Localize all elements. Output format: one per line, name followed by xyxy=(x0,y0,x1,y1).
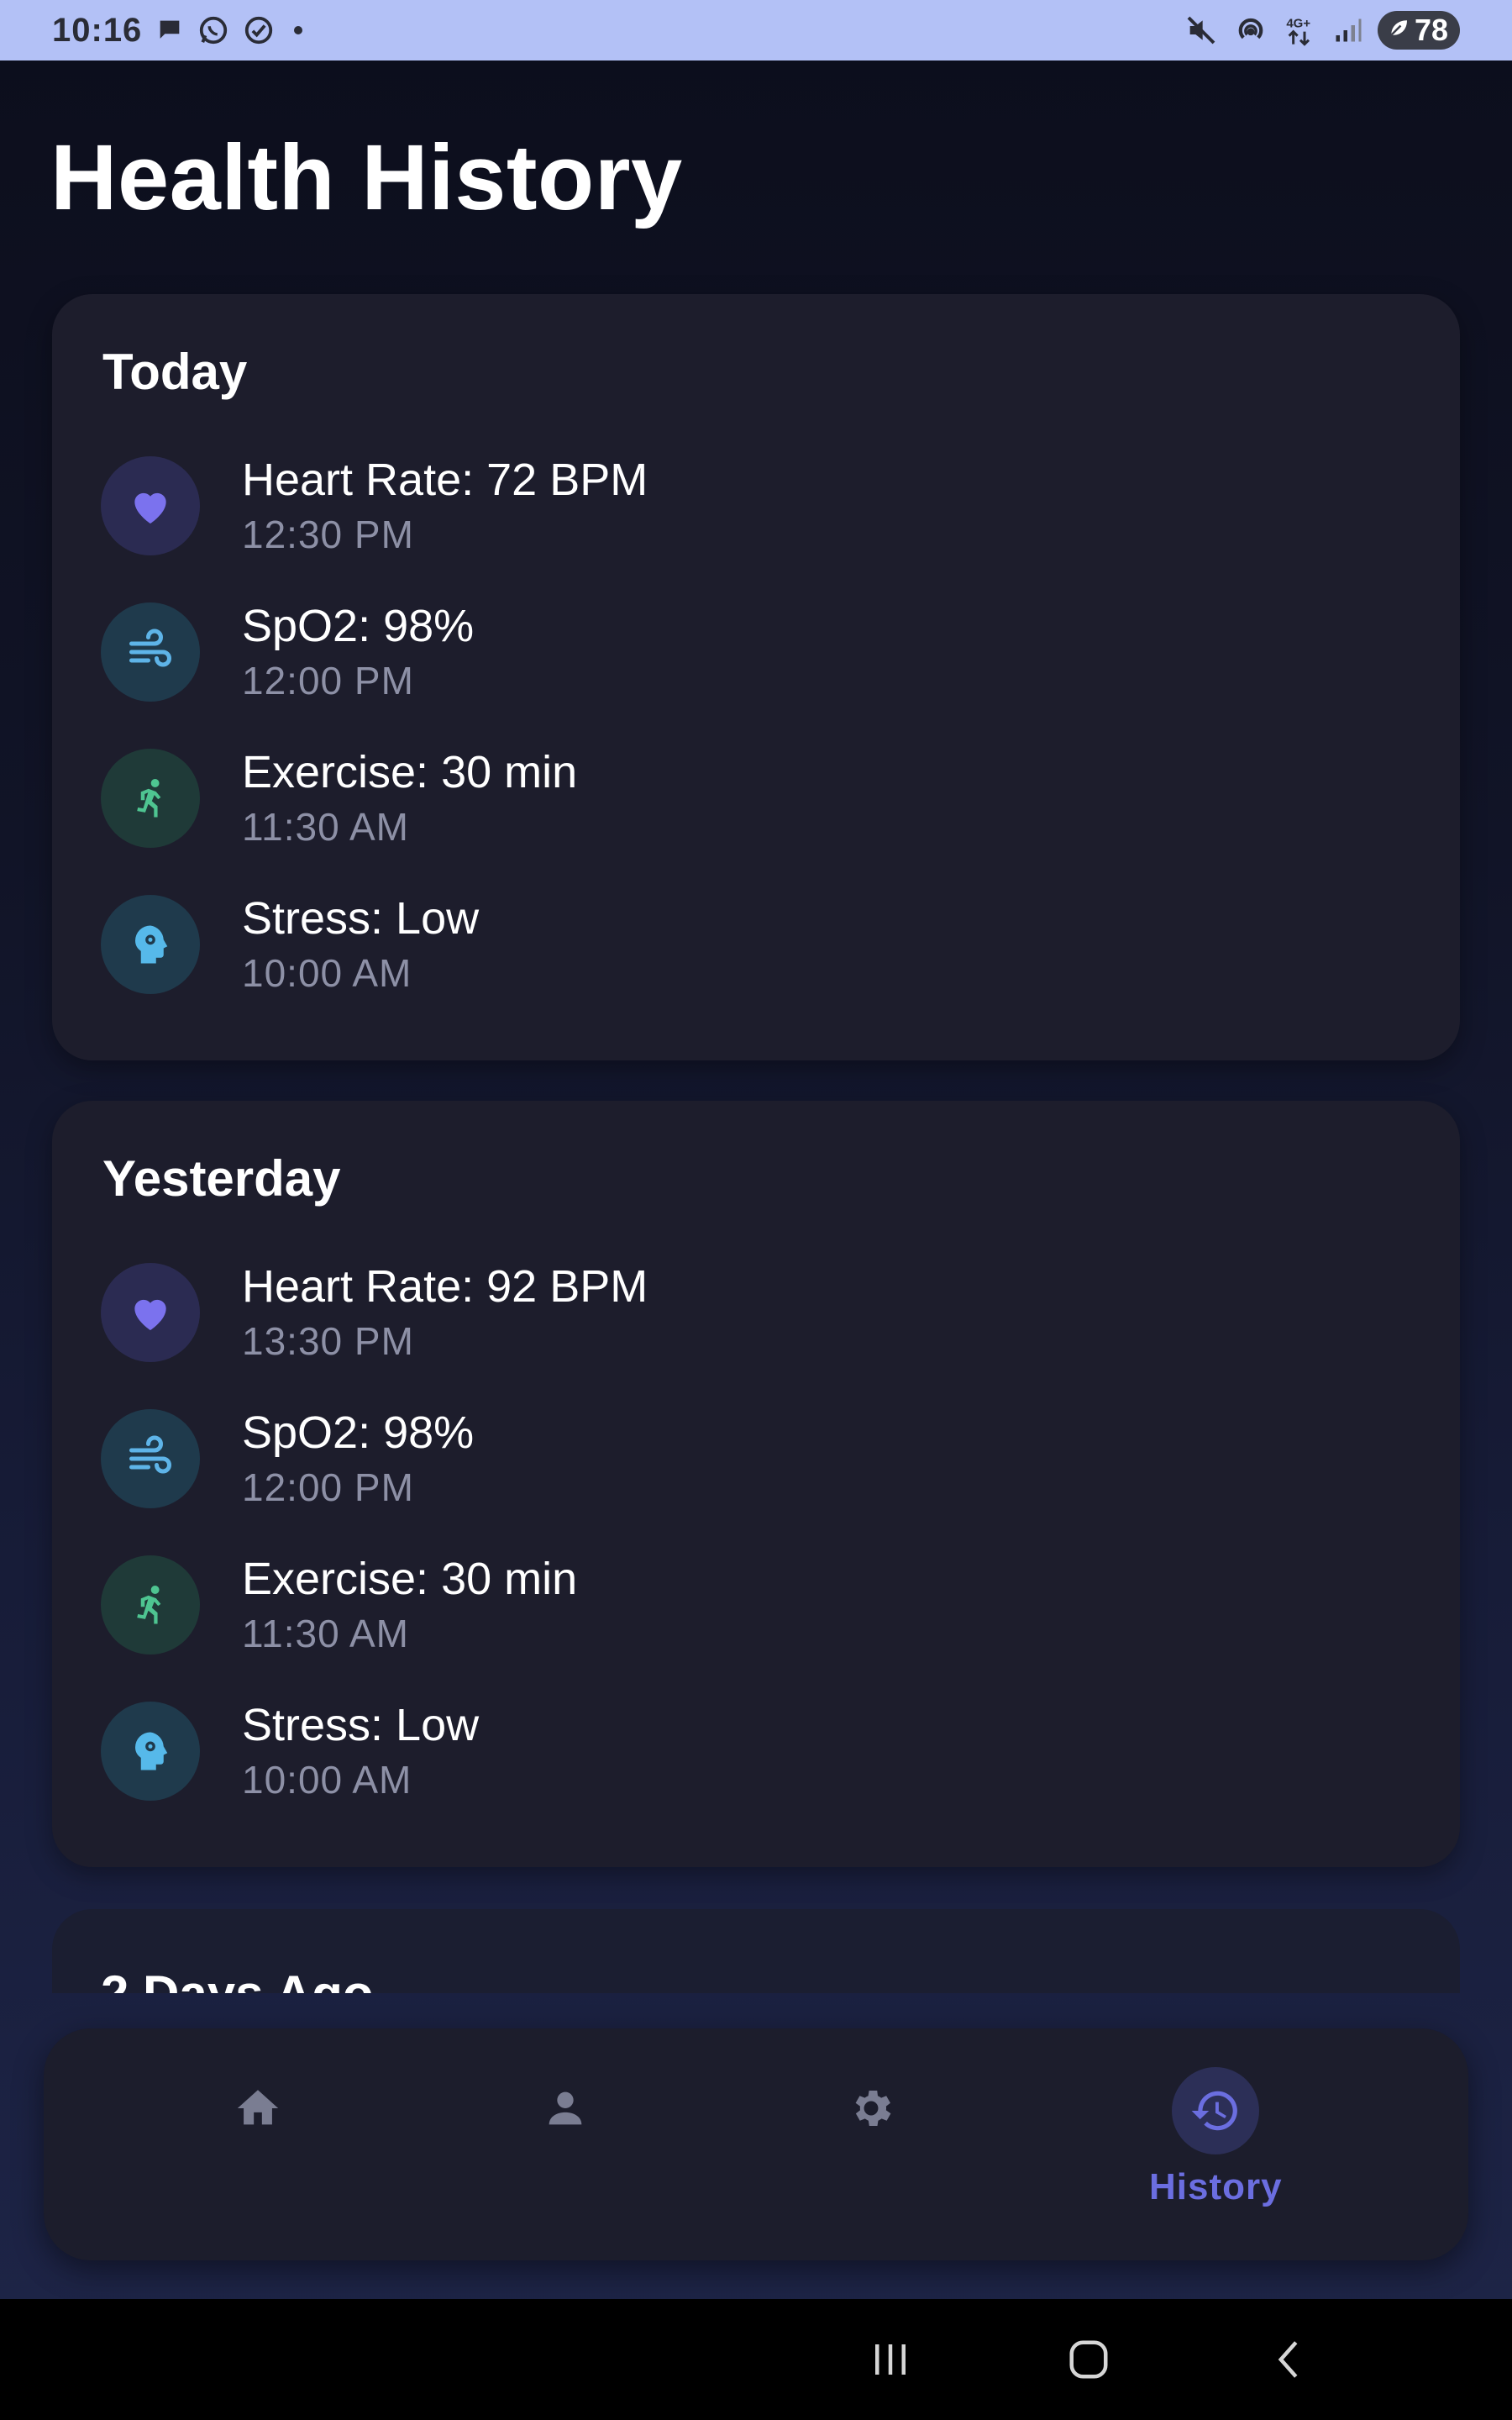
page-title: Health History xyxy=(50,126,683,229)
mute-icon xyxy=(1184,13,1218,47)
history-card-partial: 2 Days Ago xyxy=(52,1909,1460,1993)
entry-time: 12:00 PM xyxy=(242,1465,414,1509)
mind-icon xyxy=(101,1702,200,1801)
back-icon[interactable] xyxy=(1248,2299,1332,2420)
home-button-icon[interactable] xyxy=(1047,2299,1131,2420)
dot-icon xyxy=(288,20,308,40)
history-entry-heart-rate[interactable]: Heart Rate: 92 BPM 13:30 PM xyxy=(101,1239,1460,1386)
card-title: Today xyxy=(102,344,248,400)
whatsapp-icon xyxy=(197,14,229,46)
history-entry-heart-rate[interactable]: Heart Rate: 72 BPM 12:30 PM xyxy=(101,433,1460,579)
history-entry-stress[interactable]: Stress: Low 10:00 AM xyxy=(101,1678,1460,1824)
air-icon xyxy=(101,602,200,702)
battery-level: 78 xyxy=(1414,13,1448,47)
entry-label: Stress: Low xyxy=(242,1700,480,1750)
card-title: Yesterday xyxy=(102,1150,341,1207)
person-icon xyxy=(541,2084,590,2133)
entry-label: SpO2: 98% xyxy=(242,1407,475,1458)
history-entry-exercise[interactable]: Exercise: 30 min 11:30 AM xyxy=(101,725,1460,871)
check-circle-icon xyxy=(243,14,275,46)
entry-time: 13:30 PM xyxy=(242,1319,414,1363)
mind-icon xyxy=(101,895,200,994)
entry-label: SpO2: 98% xyxy=(242,601,475,651)
running-icon xyxy=(101,1555,200,1655)
entry-label: Heart Rate: 92 BPM xyxy=(242,1261,648,1312)
entry-time: 12:30 PM xyxy=(242,513,414,556)
gear-icon xyxy=(847,2084,895,2133)
hotspot-icon xyxy=(1233,13,1268,48)
entry-label: Exercise: 30 min xyxy=(242,747,578,797)
entry-label: Heart Rate: 72 BPM xyxy=(242,455,648,505)
heart-icon xyxy=(101,1263,200,1362)
status-time: 10:16 xyxy=(52,11,143,49)
air-icon xyxy=(101,1409,200,1508)
battery-indicator: 78 xyxy=(1377,11,1460,50)
entry-label: Exercise: 30 min xyxy=(242,1554,578,1604)
nav-history[interactable]: History xyxy=(1149,2067,1283,2208)
nav-settings[interactable] xyxy=(847,2084,895,2133)
history-card-yesterday: Yesterday Heart Rate: 92 BPM 13:30 PM Sp… xyxy=(52,1101,1460,1867)
status-bar: 10:16 4G+ 78 xyxy=(0,0,1512,60)
nav-profile[interactable] xyxy=(541,2084,590,2133)
chat-bubble-icon xyxy=(155,16,184,45)
nav-history-label: History xyxy=(1149,2166,1283,2207)
history-card-today: Today Heart Rate: 72 BPM 12:30 PM SpO2: … xyxy=(52,294,1460,1060)
recents-icon[interactable] xyxy=(848,2299,932,2420)
entry-time: 10:00 AM xyxy=(242,951,412,995)
heart-icon xyxy=(101,456,200,555)
history-icon xyxy=(1172,2067,1260,2154)
history-entry-stress[interactable]: Stress: Low 10:00 AM xyxy=(101,871,1460,1018)
4g-data-icon: 4G+ xyxy=(1284,13,1317,47)
entry-time: 11:30 AM xyxy=(242,1612,409,1655)
history-entry-spo2[interactable]: SpO2: 98% 12:00 PM xyxy=(101,1386,1460,1532)
history-entry-exercise[interactable]: Exercise: 30 min 11:30 AM xyxy=(101,1532,1460,1678)
entry-time: 12:00 PM xyxy=(242,659,414,702)
card-title: 2 Days Ago xyxy=(101,1965,374,1993)
history-entry-spo2[interactable]: SpO2: 98% 12:00 PM xyxy=(101,579,1460,725)
entry-label: Stress: Low xyxy=(242,893,480,944)
entry-time: 11:30 AM xyxy=(242,805,409,849)
nav-home[interactable] xyxy=(234,2084,282,2133)
entry-time: 10:00 AM xyxy=(242,1758,412,1802)
signal-icon xyxy=(1332,15,1362,45)
home-icon xyxy=(234,2084,282,2133)
running-icon xyxy=(101,749,200,848)
svg-text:4G+: 4G+ xyxy=(1286,17,1310,31)
bottom-navigation: History xyxy=(44,2028,1468,2260)
system-navigation-bar xyxy=(0,2299,1512,2420)
battery-leaf-icon xyxy=(1386,13,1411,48)
